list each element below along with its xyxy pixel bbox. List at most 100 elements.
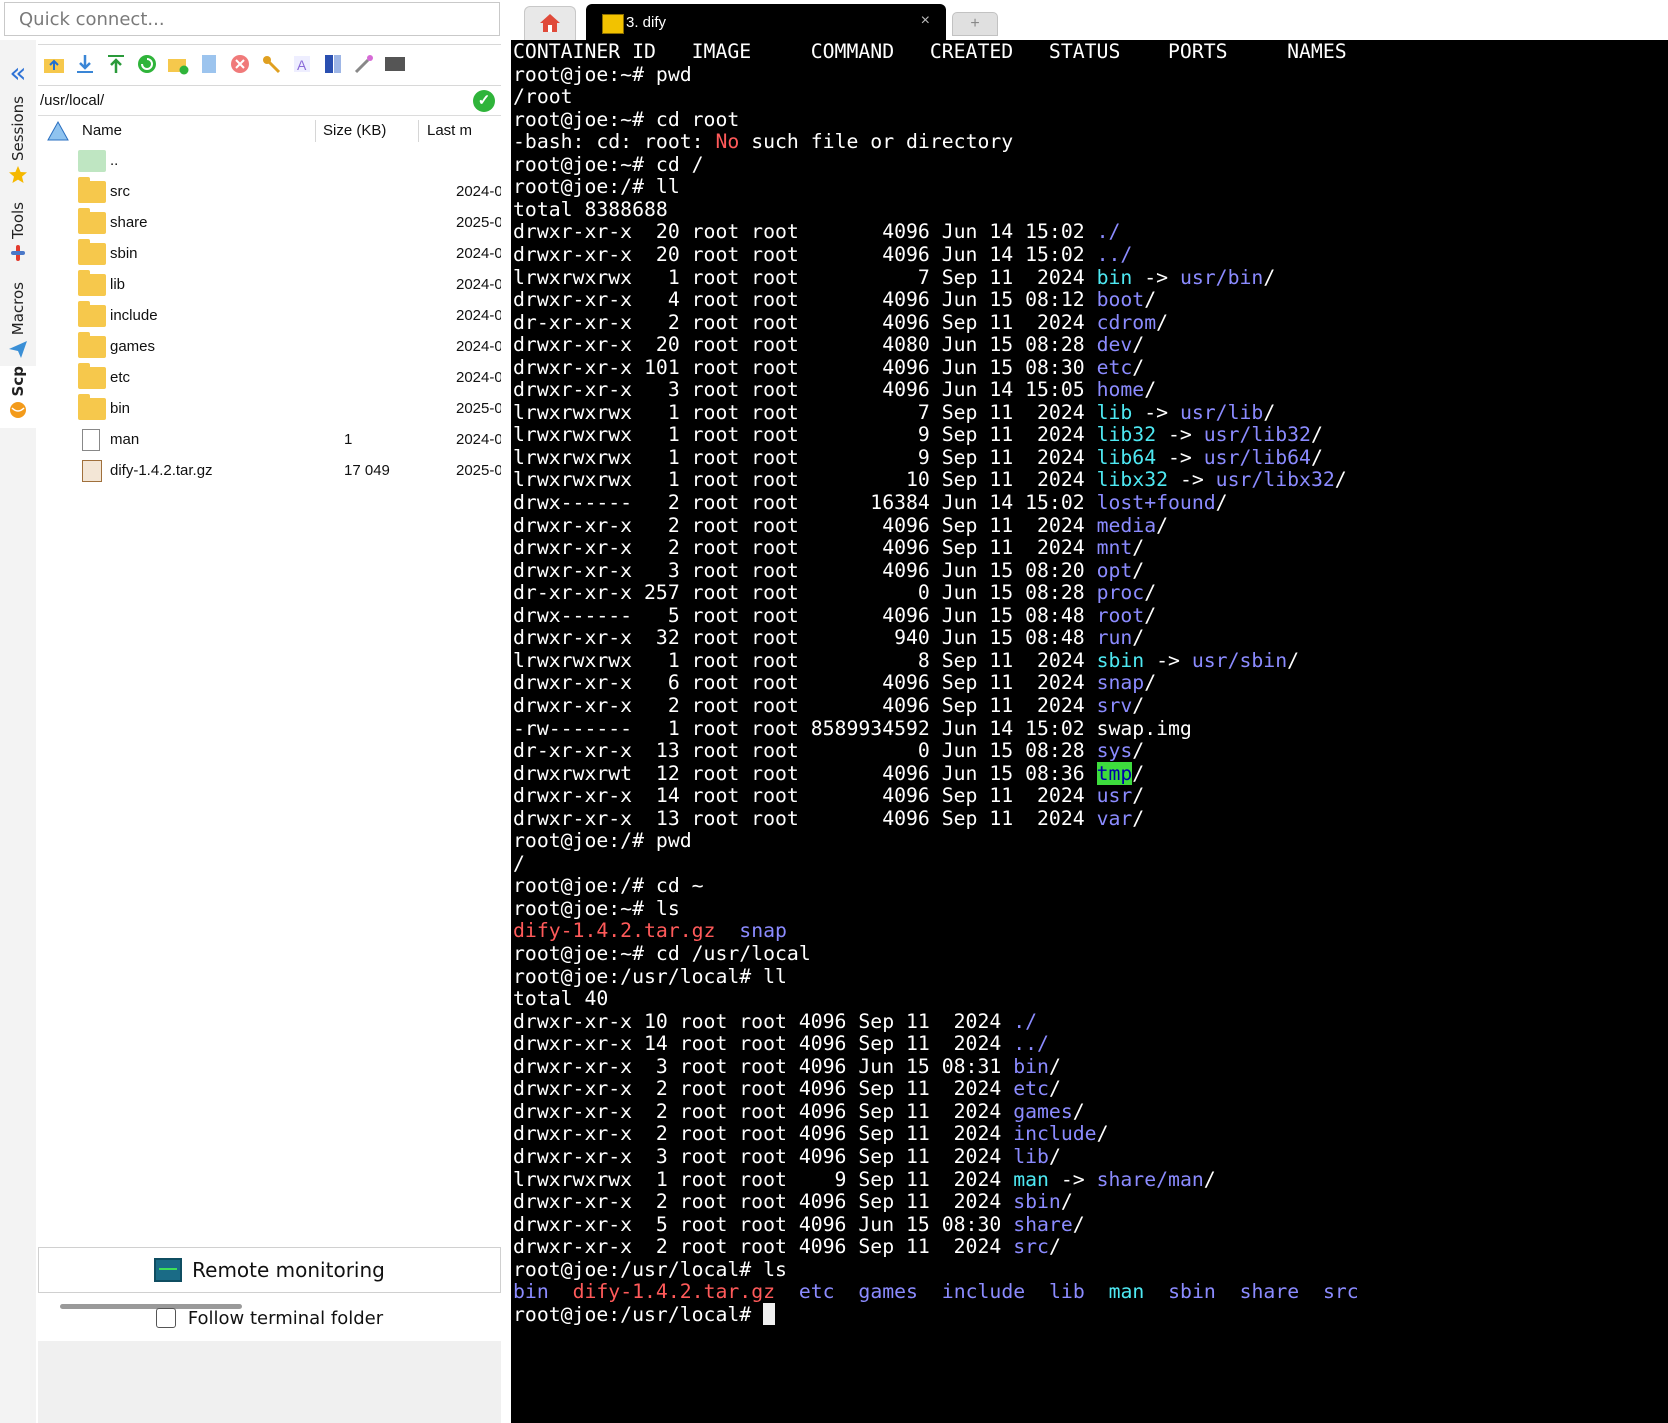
close-tab-icon[interactable]: × [921, 12, 930, 30]
file-row[interactable]: games 2024-0 [38, 332, 501, 363]
column-size[interactable]: Size (KB) [323, 122, 386, 139]
remote-monitoring-button[interactable]: Remote monitoring [38, 1247, 501, 1293]
terminal-text: CONTAINER ID IMAGE COMMAND CREATED STATU… [513, 40, 1347, 63]
file-row[interactable]: bin 2025-0 [38, 394, 501, 425]
file-date: 2024-0 [456, 338, 501, 355]
terminal-text: src [1013, 1235, 1049, 1259]
terminal-text: -> [1048, 1167, 1097, 1191]
terminal-text: ./ [1096, 220, 1121, 244]
terminal-text: drwxr-xr-x 14 root root 4096 Sep 11 2024 [513, 784, 1097, 808]
file-date: 2024-0 [456, 245, 501, 262]
terminal-text: / [1263, 400, 1276, 424]
follow-terminal-checkbox[interactable] [155, 1308, 176, 1328]
terminal-text: include [941, 1280, 1026, 1304]
terminal-text: lrwxrwxrwx 1 root root 8 Sep 11 2024 [513, 648, 1097, 672]
terminal-text: drwxr-xr-x 5 root root 4096 Jun 15 08:30 [513, 1212, 1014, 1236]
terminal-text: / [1132, 806, 1145, 830]
terminal-text: -> [1132, 400, 1180, 424]
terminal-text: drwxr-xr-x 6 root root 4096 Sep 11 2024 [513, 671, 1097, 695]
terminal-text: root@joe:~# cd / [513, 152, 704, 176]
terminal-text: usr/lib [1179, 400, 1264, 424]
terminal-line: dr-xr-xr-x 13 root root 0 Jun 15 08:28 s… [513, 739, 1144, 763]
home-tab[interactable] [524, 6, 576, 41]
file-date: 2024-0 [456, 307, 501, 324]
file-name: lib [110, 276, 126, 293]
terminal-text: drwxr-xr-x 2 root root 4096 Sep 11 2024 [513, 536, 1097, 560]
tab-title: 3. dify [626, 14, 667, 31]
terminal-text: -> [1156, 423, 1204, 447]
terminal-text: drwxrwxrwt 12 root root 4096 Jun 15 08:3… [513, 761, 1097, 785]
terminal-text: etc [1096, 355, 1133, 379]
quick-connect-input[interactable]: Quick connect... [4, 2, 500, 36]
tab-macros[interactable]: Macros [0, 282, 36, 360]
current-path: /usr/local/ [40, 92, 105, 109]
parent-folder-icon[interactable] [43, 53, 65, 75]
terminal-line: drwxr-xr-x 5 root root 4096 Jun 15 08:30… [513, 1213, 1085, 1237]
terminal-text: drwxr-xr-x 14 root root 4096 Sep 11 2024 [513, 1032, 1014, 1056]
terminal-text: share [1013, 1212, 1073, 1236]
tab-scp[interactable]: Scp [0, 366, 36, 428]
delete-icon[interactable] [229, 53, 251, 75]
terminal-line: root@joe:/# cd ~ [513, 874, 704, 898]
file-row[interactable]: .. [38, 146, 501, 177]
path-bar[interactable]: /usr/local/ ✓ [38, 86, 501, 116]
terminal-line: drwxr-xr-x 2 root root 4096 Sep 11 2024 … [513, 1100, 1085, 1124]
file-list: Name Size (KB) Last m .. src 2024-0 share 20… [38, 116, 501, 1341]
book-icon[interactable] [322, 53, 344, 75]
new-folder-icon[interactable] [167, 53, 189, 75]
terminal-text: lib32 [1096, 423, 1157, 447]
terminal-line: root@joe:~# cd root [513, 108, 739, 132]
new-tab-button[interactable]: + [952, 12, 998, 36]
file-row[interactable]: dify-1.4.2.tar.gz 17 049 2025-0 [38, 456, 501, 487]
download-icon[interactable] [74, 53, 96, 75]
tab-sessions[interactable]: Sessions [0, 96, 36, 192]
terminal-text: drwxr-xr-x 20 root root 4080 Jun 15 08:2… [513, 333, 1097, 357]
terminal-icon[interactable] [384, 53, 406, 75]
terminal-line: drwxr-xr-x 14 root root 4096 Sep 11 2024… [513, 784, 1144, 808]
terminal-text: drwxr-xr-x 20 root root 4096 Jun 14 15:0… [513, 220, 1097, 244]
session-key-icon [602, 14, 624, 34]
file-row[interactable]: man 1 2024-0 [38, 425, 501, 456]
file-row[interactable]: sbin 2024-0 [38, 239, 501, 270]
tab-session-dify[interactable]: 3. dify × [586, 4, 946, 40]
tab-tools[interactable]: Tools [0, 202, 36, 274]
magic-wand-icon[interactable] [353, 53, 375, 75]
follow-path-check-icon[interactable]: ✓ [473, 90, 495, 112]
follow-terminal-folder[interactable]: Follow terminal folder [38, 1300, 501, 1336]
terminal-text: root [1096, 603, 1145, 627]
new-file-icon[interactable] [198, 53, 220, 75]
upload-icon[interactable] [105, 53, 127, 75]
terminal-text: man [1013, 1167, 1049, 1191]
terminal-text: opt [1096, 558, 1133, 582]
terminal-line: root@joe:/# ll [513, 175, 680, 199]
column-last-modified[interactable]: Last m [427, 122, 472, 139]
terminal-text: games [858, 1280, 918, 1304]
terminal-line: /root [513, 85, 573, 109]
server-root-icon[interactable] [46, 120, 70, 142]
file-row[interactable]: lib 2024-0 [38, 270, 501, 301]
terminal-text: such file or directory [739, 130, 1014, 154]
file-row[interactable]: include 2024-0 [38, 301, 501, 332]
file-name: bin [110, 400, 131, 417]
rename-icon[interactable]: A [291, 53, 313, 75]
file-row[interactable]: src 2024-0 [38, 177, 501, 208]
terminal-text: sys [1096, 739, 1133, 763]
terminal-text: lib64 [1096, 445, 1157, 469]
terminal-text: snap [1096, 671, 1145, 695]
refresh-icon[interactable] [136, 53, 158, 75]
file-row[interactable]: etc 2024-0 [38, 363, 501, 394]
terminal-text: lost+found [1096, 491, 1216, 514]
terminal[interactable]: CONTAINER ID IMAGE COMMAND CREATED STATU… [511, 40, 1668, 1423]
terminal-text: / [1144, 288, 1157, 312]
properties-key-icon[interactable] [260, 53, 282, 75]
terminal-line: lrwxrwxrwx 1 root root 9 Sep 11 2024 lib… [513, 446, 1323, 470]
terminal-line: drwxr-xr-x 3 root root 4096 Jun 15 08:31… [513, 1055, 1061, 1079]
terminal-text: drwx------ 2 root root 16384 Jun 14 15:0… [513, 491, 1097, 514]
terminal-line: -bash: cd: root: No such file or directo… [513, 130, 1013, 154]
column-name[interactable]: Name [82, 122, 122, 139]
file-row[interactable]: share 2025-0 [38, 208, 501, 239]
collapse-panel-icon[interactable]: « [5, 58, 31, 88]
